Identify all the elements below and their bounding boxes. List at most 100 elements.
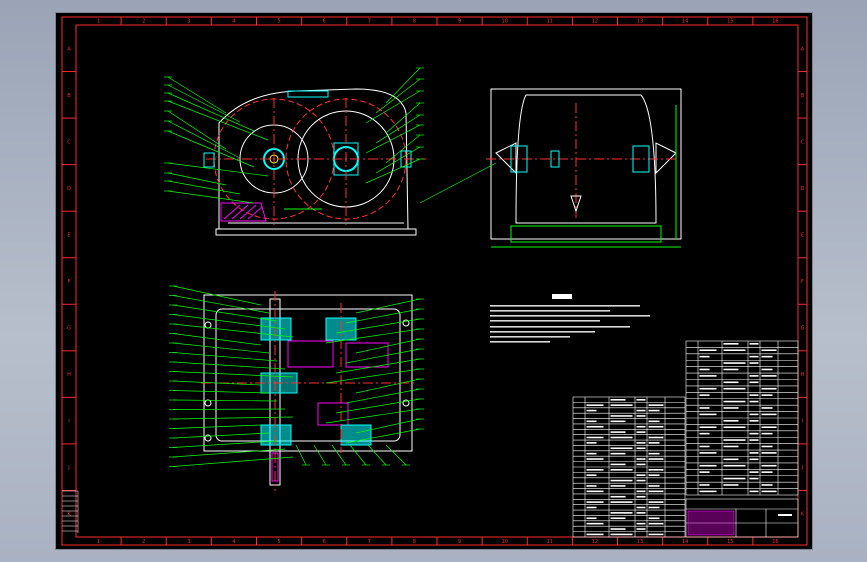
note-line [490, 320, 600, 322]
column-label: 8 [413, 539, 416, 545]
table-cell-text [586, 409, 597, 412]
table-cell-text [749, 439, 759, 441]
table-cell-text [699, 426, 717, 429]
table-cell-text [586, 436, 604, 439]
table-cell-text [723, 420, 739, 422]
table-cell-text [723, 484, 739, 486]
leader-line [367, 444, 387, 466]
table-cell-text [761, 407, 773, 409]
row-label: G [801, 326, 805, 332]
row-label: K [801, 512, 805, 518]
table-cell-text [749, 362, 759, 364]
outer-frame [61, 16, 808, 546]
table-cell-text [648, 485, 660, 487]
inner-frame [75, 24, 799, 538]
table-cell-text [749, 458, 759, 461]
column-label: 13 [637, 539, 643, 545]
table-cell-text [699, 368, 710, 371]
table-cell-text [761, 484, 773, 486]
row-label: H [801, 372, 805, 378]
leader-line [172, 380, 262, 386]
table-cell-text [723, 445, 739, 448]
table-cell-text [636, 474, 646, 476]
column-label: 3 [187, 539, 190, 545]
table-cell-text [648, 442, 660, 444]
table-cell-text [699, 490, 717, 493]
table-cell-text [699, 413, 717, 416]
table-cell-text [648, 506, 660, 509]
table-cell-text [636, 399, 646, 401]
table-cell-text [699, 387, 717, 390]
table-cell-text [761, 471, 773, 473]
table-cell-text [586, 506, 597, 509]
leader-line [325, 408, 421, 424]
table-cell-text [699, 349, 717, 352]
table-cell-text [648, 533, 664, 536]
table-cell-text [586, 458, 604, 460]
table-cell-text [761, 349, 777, 352]
row-label: G [67, 326, 71, 332]
column-label: 9 [458, 539, 461, 545]
table-cell-text [749, 432, 759, 435]
note-line [490, 331, 595, 333]
table-cell-text [648, 425, 664, 428]
column-label: 10 [502, 539, 508, 545]
table-cell-text [761, 413, 777, 416]
leader-line [172, 408, 286, 410]
column-label: 3 [187, 19, 190, 25]
table-cell-text [586, 474, 597, 476]
leader-line [172, 295, 270, 314]
table-cell-text [723, 458, 739, 461]
column-label: 7 [368, 539, 371, 545]
table-cell-text [610, 399, 626, 401]
column-label: 15 [727, 19, 733, 25]
table-cell-text [636, 431, 646, 433]
table-cell-text [648, 522, 664, 525]
table-cell-text [610, 517, 626, 520]
note-line [490, 336, 570, 338]
table-cell-text [610, 420, 626, 423]
table-cell-text [761, 445, 773, 448]
table-cell-text [761, 387, 777, 390]
row-label: H [67, 372, 71, 378]
row-label: J [67, 465, 69, 471]
row-label: J [801, 465, 803, 471]
note-line [490, 315, 650, 317]
table-cell-text [648, 409, 660, 412]
column-label: 1 [97, 19, 100, 25]
technical-notes [490, 294, 650, 343]
notes-title-mark [552, 294, 572, 299]
table-cell-text [699, 355, 710, 358]
side-view [486, 88, 682, 248]
table-cell-text [723, 349, 746, 352]
table-cell-text [636, 528, 646, 530]
column-label: 6 [323, 19, 326, 25]
table-cell-text [586, 452, 597, 455]
table-cell-text [749, 381, 759, 384]
table-cell-text [699, 471, 710, 473]
table-cell-text [610, 512, 633, 514]
row-label: A [67, 46, 71, 52]
table-cell-text [636, 458, 646, 460]
table-cell-text [610, 452, 626, 455]
table-cell-text [761, 426, 777, 429]
table-cell-text [723, 362, 746, 364]
table-cell-text [636, 479, 646, 482]
table-cell-text [749, 452, 759, 454]
column-label: 1 [97, 539, 100, 545]
table-cell-text [723, 407, 739, 409]
table-cell-text [648, 490, 664, 493]
leader-line [172, 424, 262, 429]
table-cell-text [610, 528, 626, 530]
table-cell-text [749, 420, 759, 422]
leader-line [325, 368, 421, 384]
table-cell-text [610, 533, 633, 536]
table-cell-text [699, 407, 710, 409]
leader-line [172, 390, 270, 394]
column-label: 12 [592, 19, 598, 25]
row-label: F [801, 279, 804, 285]
leader-line [172, 432, 270, 439]
column-label: 5 [277, 19, 280, 25]
table-cell-text [723, 477, 746, 480]
table-cell-text [699, 452, 717, 454]
